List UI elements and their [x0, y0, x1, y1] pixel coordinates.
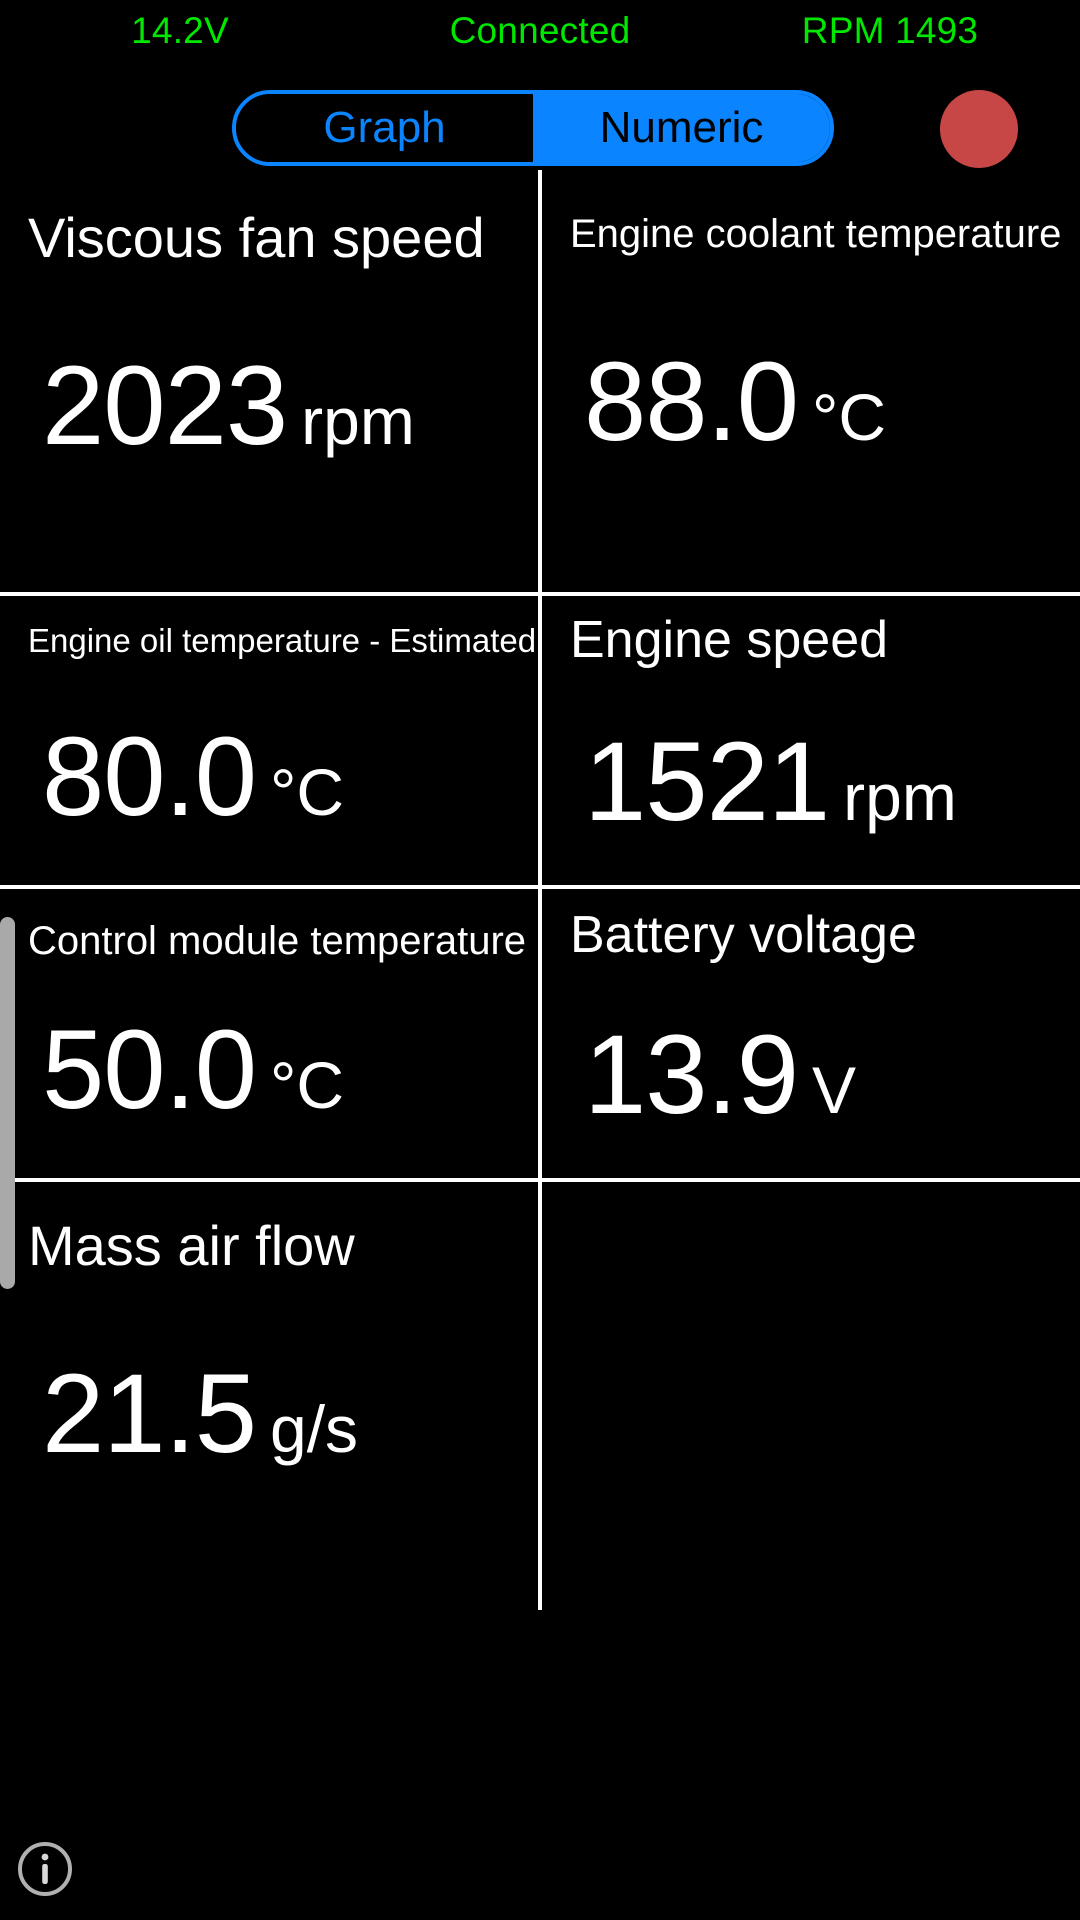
gauge-value-row: 1521 rpm: [584, 726, 1070, 838]
gauge-value-row: 88.0 °C: [584, 346, 1070, 458]
gauge-cell-battery-voltage[interactable]: Battery voltage 13.9 V: [542, 889, 1080, 1182]
gauge-unit: rpm: [301, 384, 415, 458]
gauge-unit: °C: [269, 1048, 345, 1122]
gauge-cell-empty[interactable]: [542, 1182, 1080, 1610]
gauge-value: 88.0: [584, 339, 799, 464]
gauge-value: 13.9: [584, 1012, 799, 1137]
gauge-cell-mass-air-flow[interactable]: Mass air flow 21.5 g/s: [0, 1182, 542, 1610]
gauge-value-row: 13.9 V: [584, 1019, 1070, 1131]
gauge-value: 21.5: [42, 1351, 257, 1476]
gauge-cell-control-module-temperature[interactable]: Control module temperature 50.0 °C: [0, 889, 542, 1182]
gauge-label: Control module temperature: [28, 919, 527, 963]
gauge-value-row: 80.0 °C: [42, 721, 528, 833]
gauge-unit: V: [811, 1053, 857, 1127]
gauge-cell-engine-coolant-temperature[interactable]: Engine coolant temperature 88.0 °C: [542, 170, 1080, 596]
gauge-value-row: 21.5 g/s: [42, 1358, 528, 1470]
info-icon[interactable]: [16, 1840, 74, 1898]
status-bar: 14.2V Connected RPM 1493: [0, 0, 1080, 62]
gauge-value: 1521: [584, 719, 830, 844]
gauge-label: Battery voltage: [570, 906, 917, 964]
gauge-label: Engine speed: [570, 611, 889, 669]
gauge-unit: °C: [811, 380, 887, 454]
toolbar: Graph Numeric: [0, 62, 1080, 170]
tab-numeric[interactable]: Numeric: [533, 94, 830, 162]
gauge-unit: °C: [269, 755, 345, 829]
gauge-label: Engine coolant temperature: [570, 212, 1062, 256]
gauge-cell-viscous-fan-speed[interactable]: Viscous fan speed 2023 rpm: [0, 170, 542, 596]
gauge-unit: g/s: [269, 1392, 359, 1466]
gauge-value: 2023: [42, 343, 288, 468]
gauge-label: Viscous fan speed: [28, 206, 485, 269]
gauge-unit: rpm: [843, 760, 957, 834]
gauge-label: Mass air flow: [28, 1214, 355, 1277]
gauge-cell-engine-oil-temperature[interactable]: Engine oil temperature - Estimated 80.0 °…: [0, 596, 542, 889]
gauge-value: 50.0: [42, 1007, 257, 1132]
record-button[interactable]: [940, 90, 1018, 168]
gauge-value-row: 50.0 °C: [42, 1014, 528, 1126]
gauge-grid: Viscous fan speed 2023 rpm Engine coolant…: [0, 170, 1080, 1920]
app-screen: 14.2V Connected RPM 1493 Graph Numeric V…: [0, 0, 1080, 1920]
gauge-label: Engine oil temperature - Estimated: [28, 622, 537, 659]
gauge-value: 80.0: [42, 714, 257, 839]
tab-graph[interactable]: Graph: [236, 94, 533, 162]
gauge-value-row: 2023 rpm: [42, 350, 528, 462]
mode-segmented-control[interactable]: Graph Numeric: [232, 90, 834, 166]
status-rpm: RPM 1493: [801, 10, 979, 51]
vertical-scrollbar[interactable]: [0, 917, 15, 1289]
gauge-cell-engine-speed[interactable]: Engine speed 1521 rpm: [542, 596, 1080, 889]
